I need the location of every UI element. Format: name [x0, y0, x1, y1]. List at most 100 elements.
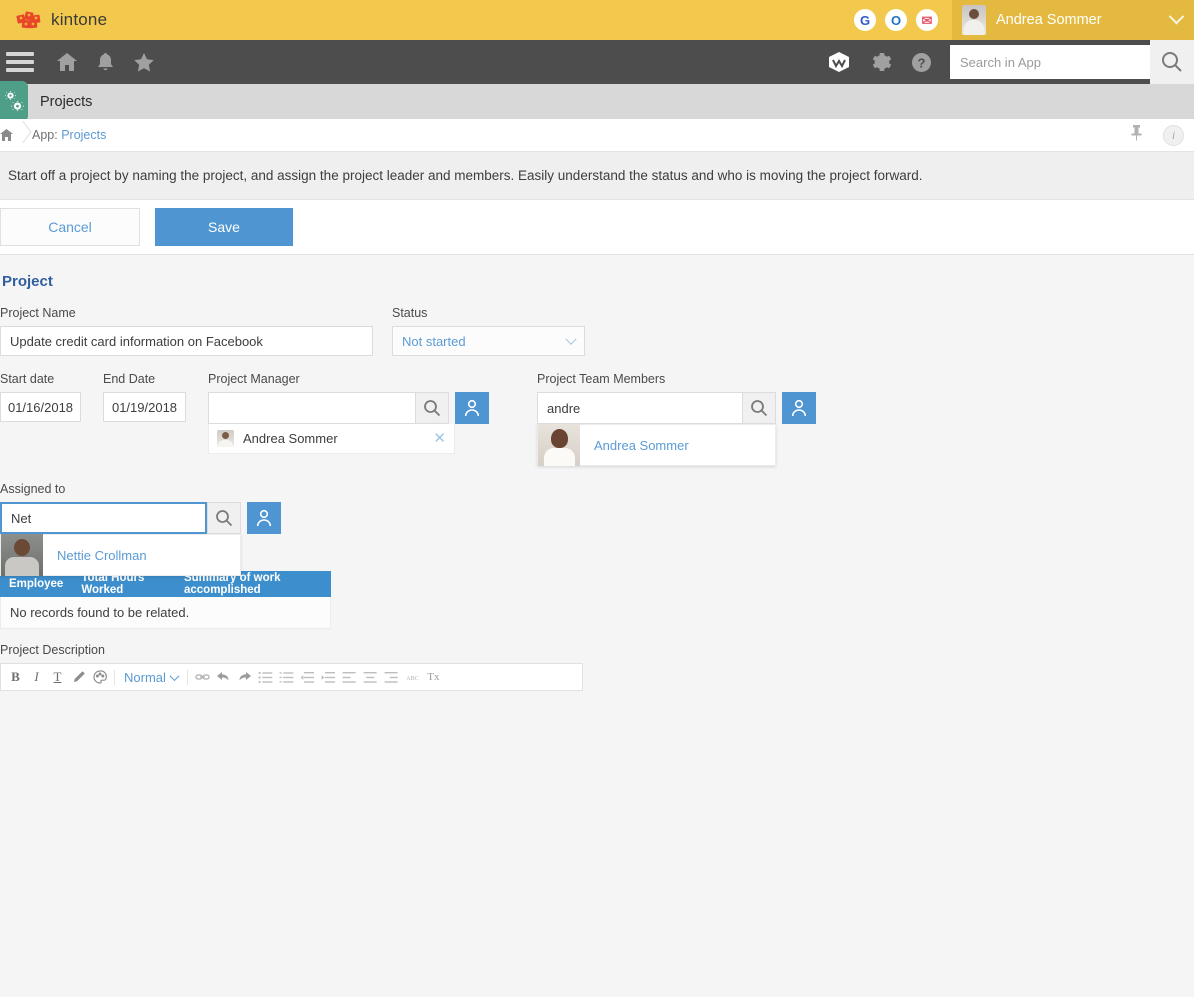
avatar: [217, 430, 234, 447]
project-manager-input[interactable]: [208, 392, 415, 424]
avatar: [538, 424, 580, 466]
person-picker-icon[interactable]: [782, 392, 816, 424]
nav-bar: ? Search in App: [0, 40, 1194, 84]
field-project-description: Project Description B I T Normal abc Tx: [0, 643, 1194, 691]
user-menu[interactable]: Andrea Sommer: [952, 0, 1194, 40]
office-icon[interactable]: O: [885, 9, 907, 31]
assigned-to-input[interactable]: Net: [0, 502, 207, 534]
field-project-name: Project Name Update credit card informat…: [0, 306, 373, 356]
field-status: Status Not started: [392, 306, 585, 356]
project-manager-selected-name: Andrea Sommer: [243, 431, 338, 446]
person-picker-icon[interactable]: [247, 502, 281, 534]
top-bar: kintone G O ✉ Andrea Sommer: [0, 0, 1194, 40]
gear-icon[interactable]: [870, 51, 892, 73]
pen-highlight-icon[interactable]: [68, 666, 89, 688]
breadcrumb-app: App: Projects: [32, 128, 106, 142]
google-icon[interactable]: G: [854, 9, 876, 31]
toolbar-separator: [114, 669, 115, 685]
team-members-picker: andre: [537, 392, 816, 424]
field-team-members: Project Team Members andre Andrea Sommer: [537, 372, 816, 466]
team-members-input[interactable]: andre: [537, 392, 742, 424]
search-placeholder: Search in App: [960, 54, 1041, 70]
top-bar-right: G O ✉ Andrea Sommer: [854, 0, 1194, 40]
text-style-select[interactable]: Normal: [119, 670, 183, 685]
start-date-input[interactable]: 01/16/2018: [0, 392, 81, 422]
project-manager-selected: Andrea Sommer ✕: [208, 424, 455, 454]
kintone-cube-icon[interactable]: [827, 51, 851, 73]
toolbar-separator: [186, 669, 188, 685]
close-icon[interactable]: ✕: [433, 431, 446, 446]
breadcrumb: App: Projects i: [0, 119, 1194, 152]
app-title: Projects: [40, 93, 93, 110]
column-header-employee: Employee: [9, 578, 64, 590]
home-icon[interactable]: [0, 128, 14, 142]
start-date-label: Start date: [0, 372, 55, 386]
team-members-suggestion[interactable]: Andrea Sommer: [537, 424, 776, 466]
italic-icon[interactable]: I: [26, 666, 47, 688]
mail-icon[interactable]: ✉: [916, 9, 938, 31]
search-icon[interactable]: [742, 392, 776, 424]
breadcrumb-actions: i: [1130, 124, 1194, 146]
cancel-button[interactable]: Cancel: [0, 208, 140, 246]
home-icon[interactable]: [56, 52, 78, 72]
search-icon[interactable]: [415, 392, 449, 424]
chevron-down-icon: [169, 670, 180, 681]
indent-icon[interactable]: [318, 666, 339, 688]
assigned-to-label: Assigned to: [0, 482, 66, 496]
bell-icon[interactable]: [96, 52, 115, 73]
brand-logo[interactable]: kintone: [0, 9, 107, 31]
assigned-to-suggestion[interactable]: Nettie Crollman: [0, 534, 241, 576]
end-date-input[interactable]: 01/19/2018: [103, 392, 186, 422]
app-bar: Projects: [0, 81, 1194, 122]
align-left-icon[interactable]: [339, 666, 360, 688]
text-underline-icon[interactable]: T: [47, 666, 68, 688]
nav-right-icon-group: ?: [827, 51, 950, 73]
action-bar: Cancel Save: [0, 200, 1194, 255]
pin-icon[interactable]: [1130, 124, 1143, 146]
info-icon[interactable]: i: [1163, 124, 1184, 146]
star-icon[interactable]: [133, 52, 155, 73]
save-button[interactable]: Save: [155, 208, 293, 246]
avatar: [1, 534, 43, 576]
field-end-date: End Date 01/19/2018: [103, 372, 186, 422]
status-select[interactable]: Not started: [392, 326, 585, 356]
project-name-input[interactable]: Update credit card information on Facebo…: [0, 326, 373, 356]
gears-app-icon[interactable]: [0, 81, 28, 122]
user-avatar: [962, 5, 986, 35]
rich-text-editor: B I T Normal abc Tx: [0, 663, 583, 691]
status-value: Not started: [402, 333, 466, 349]
editor-toolbar: B I T Normal abc Tx: [1, 664, 582, 690]
breadcrumb-prefix: App:: [32, 128, 58, 142]
breadcrumb-app-link[interactable]: Projects: [61, 128, 106, 142]
undo-arrow-icon[interactable]: [213, 666, 234, 688]
search-icon[interactable]: [207, 502, 241, 534]
color-palette-icon[interactable]: [89, 666, 110, 688]
field-project-manager: Project Manager Andrea Sommer ✕: [208, 372, 489, 454]
outdent-icon[interactable]: [297, 666, 318, 688]
breadcrumb-separator: [14, 119, 32, 152]
bold-icon[interactable]: B: [5, 666, 26, 688]
link-icon[interactable]: [192, 666, 213, 688]
numbered-list-icon[interactable]: [276, 666, 297, 688]
redo-arrow-icon[interactable]: [234, 666, 255, 688]
hamburger-menu-icon[interactable]: [0, 52, 34, 72]
chevron-down-icon: [565, 333, 577, 349]
person-picker-icon[interactable]: [455, 392, 489, 424]
search-button[interactable]: [1150, 40, 1194, 84]
related-records-empty: No records found to be related.: [0, 597, 331, 629]
status-label: Status: [392, 306, 428, 320]
user-name: Andrea Sommer: [996, 12, 1102, 28]
search-input[interactable]: Search in App: [950, 45, 1150, 79]
align-center-icon[interactable]: [360, 666, 381, 688]
service-icons: G O ✉: [854, 9, 952, 31]
spellcheck-abc-icon[interactable]: abc: [402, 666, 423, 688]
bullet-list-icon[interactable]: [255, 666, 276, 688]
record-form: Project Project Name Update credit card …: [0, 255, 1194, 997]
end-date-label: End Date: [103, 372, 156, 386]
kintone-blocks-logo: [16, 9, 42, 31]
related-records-table: Employee Total Hours Worked Summary of w…: [0, 571, 331, 629]
align-right-icon[interactable]: [381, 666, 402, 688]
question-mark-icon[interactable]: ?: [911, 52, 932, 73]
clear-formatting-icon[interactable]: Tx: [423, 666, 444, 688]
assigned-to-suggestion-name: Nettie Crollman: [57, 547, 147, 563]
